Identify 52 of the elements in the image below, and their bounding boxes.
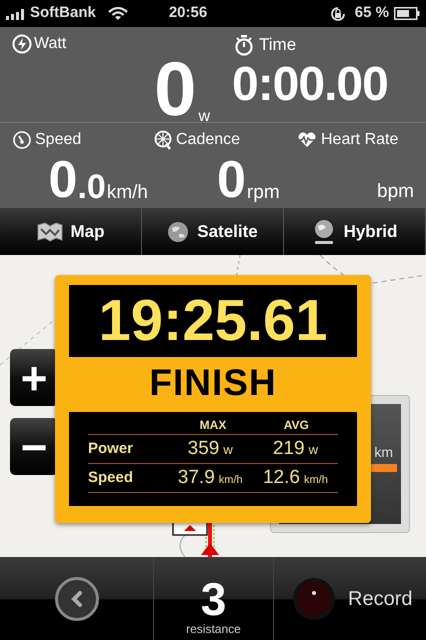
speed-decimal: .0: [77, 170, 106, 204]
resistance-label: resistance: [186, 622, 241, 636]
row-label: Speed: [88, 468, 134, 488]
max-value: 359: [188, 436, 220, 461]
time-label: Time: [259, 34, 296, 56]
resistance-value: 3: [200, 576, 226, 622]
distance-unit: km: [374, 443, 393, 462]
wheel-icon: [154, 130, 172, 150]
cadence-unit: rpm: [246, 182, 280, 204]
speed-label: Speed: [35, 130, 82, 150]
heart-rate-label: Heart Rate: [321, 130, 398, 150]
record-icon: [292, 576, 336, 620]
speed-value: 0: [48, 156, 78, 204]
clock-time: 20:56: [168, 3, 208, 24]
avg-value: 12.6: [262, 466, 300, 490]
map-type-tab[interactable]: Satelite: [142, 208, 284, 255]
wifi-icon: [108, 6, 128, 20]
watt-value: 0: [154, 55, 196, 125]
rotation-lock-icon: [328, 4, 347, 22]
speed-unit: km/h: [106, 182, 148, 204]
watt-label: Watt: [34, 34, 66, 54]
battery-percent: 65 %: [354, 3, 389, 24]
record-button[interactable]: Record: [274, 557, 426, 640]
avg-value: 219: [272, 436, 305, 461]
heart-pulse-icon: [296, 132, 318, 148]
column-header: AVG: [282, 419, 310, 434]
zoom-in-button[interactable]: +: [10, 349, 58, 406]
cadence-value: 0: [217, 156, 246, 204]
heart-rate-unit: bpm: [377, 181, 414, 203]
finish-time: 19:25.61: [98, 292, 328, 350]
carrier-name: SoftBank: [30, 3, 96, 24]
zoom-out-button[interactable]: −: [10, 418, 58, 475]
row-label: Power: [88, 438, 134, 459]
avg-unit: km/h: [304, 472, 328, 488]
map-type-tab[interactable]: Hybrid: [284, 208, 426, 255]
max-value: 37.9: [178, 466, 215, 490]
folded-map-icon: [36, 222, 62, 242]
map-type-tab[interactable]: Map: [0, 208, 142, 255]
column-header: MAX: [198, 419, 228, 434]
avg-unit: w: [308, 440, 318, 459]
speedometer-icon: [13, 131, 31, 149]
stopwatch-icon: [234, 34, 254, 56]
time-value: 0:00.00: [232, 59, 388, 111]
globe-icon: [167, 220, 190, 242]
battery-icon: [394, 7, 420, 20]
max-unit: km/h: [218, 472, 243, 488]
cadence-label: Cadence: [176, 130, 240, 150]
finish-title: FINISH: [149, 361, 277, 405]
back-button[interactable]: [54, 576, 98, 620]
max-unit: w: [223, 440, 233, 459]
lightning-icon: [12, 34, 32, 54]
watt-unit: w: [198, 109, 210, 125]
